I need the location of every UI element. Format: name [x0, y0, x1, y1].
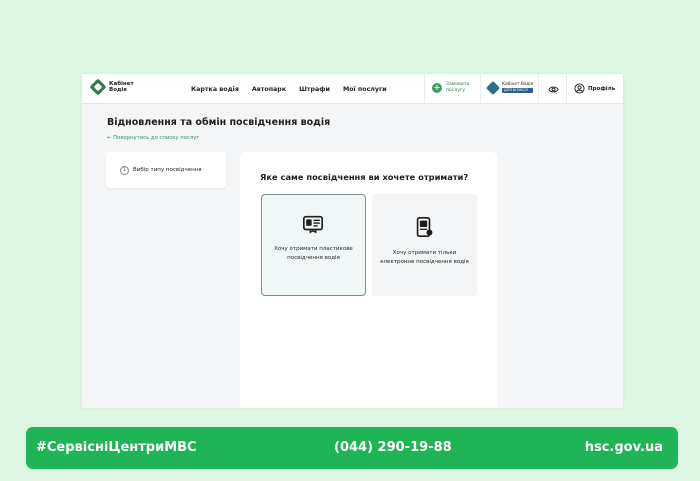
- logo-text: Кабінет Водія: [109, 81, 134, 93]
- divider: [480, 74, 481, 104]
- order-service-button[interactable]: + Замовити послугу: [432, 82, 476, 93]
- page-title: Відновлення та обмін посвідчення водія: [107, 117, 331, 128]
- nav-item-driver-card[interactable]: Картка водія: [191, 86, 239, 93]
- eye-icon[interactable]: [548, 84, 559, 95]
- divider: [424, 74, 425, 104]
- business-cabinet-link[interactable]: Кабінет Водія ДЛЯ БІЗНЕСУ: [485, 80, 534, 95]
- option-plastic-license[interactable]: Хочу отримати пластикове посвідчення вод…: [261, 194, 366, 296]
- business-badge: ДЛЯ БІЗНЕСУ: [502, 88, 534, 93]
- business-label: Кабінет Водія: [502, 82, 534, 87]
- contact-footer-banner: #СервісніЦентриМВС (044) 290-19-88 hsc.g…: [26, 427, 678, 469]
- business-logo-icon: [485, 80, 501, 95]
- order-service-label: Замовити послугу: [446, 82, 470, 93]
- footer-site: hsc.gov.ua: [584, 440, 663, 455]
- option-plastic-label: Хочу отримати пластикове посвідчення вод…: [274, 246, 353, 261]
- step-label[interactable]: Вибір типу посвідчення: [133, 167, 202, 173]
- divider: [566, 74, 567, 104]
- step-number: 1: [120, 166, 129, 175]
- main-nav: Картка водія Автопарк Штрафи Мої послуги: [191, 86, 400, 93]
- option-electronic-license[interactable]: Хочу отримати тільки електронне посвідче…: [372, 194, 477, 296]
- question-heading: Яке саме посвідчення ви хочете отримати?: [260, 172, 469, 182]
- logo-diamond-icon: [89, 78, 107, 96]
- nav-item-fleet[interactable]: Автопарк: [252, 86, 286, 93]
- user-icon: [574, 83, 585, 94]
- app-window: Кабінет Водія Картка водія Автопарк Штра…: [82, 74, 623, 408]
- option-electronic-label: Хочу отримати тільки електронне посвідче…: [380, 250, 469, 265]
- logo[interactable]: Кабінет Водія: [89, 78, 143, 96]
- nav-item-my-services[interactable]: Мої послуги: [343, 86, 387, 93]
- plus-icon: +: [432, 82, 442, 93]
- plastic-license-icon: [303, 215, 323, 234]
- phone-license-icon: [416, 217, 433, 237]
- footer-hashtag: #СервісніЦентриМВС: [36, 440, 197, 455]
- nav-item-fines[interactable]: Штрафи: [299, 86, 330, 93]
- profile-label: Профіль: [588, 85, 616, 92]
- back-to-services-link[interactable]: ← Повернутись до списку послуг: [107, 135, 199, 141]
- footer-phone: (044) 290-19-88: [334, 440, 452, 455]
- profile-button[interactable]: Профіль: [574, 83, 615, 94]
- steps-panel: 1 Вибір типу посвідчення: [106, 152, 226, 188]
- license-type-card: Яке саме посвідчення ви хочете отримати?…: [240, 152, 497, 408]
- top-navigation-bar: Кабінет Водія Картка водія Автопарк Штра…: [82, 74, 623, 104]
- divider: [538, 74, 539, 104]
